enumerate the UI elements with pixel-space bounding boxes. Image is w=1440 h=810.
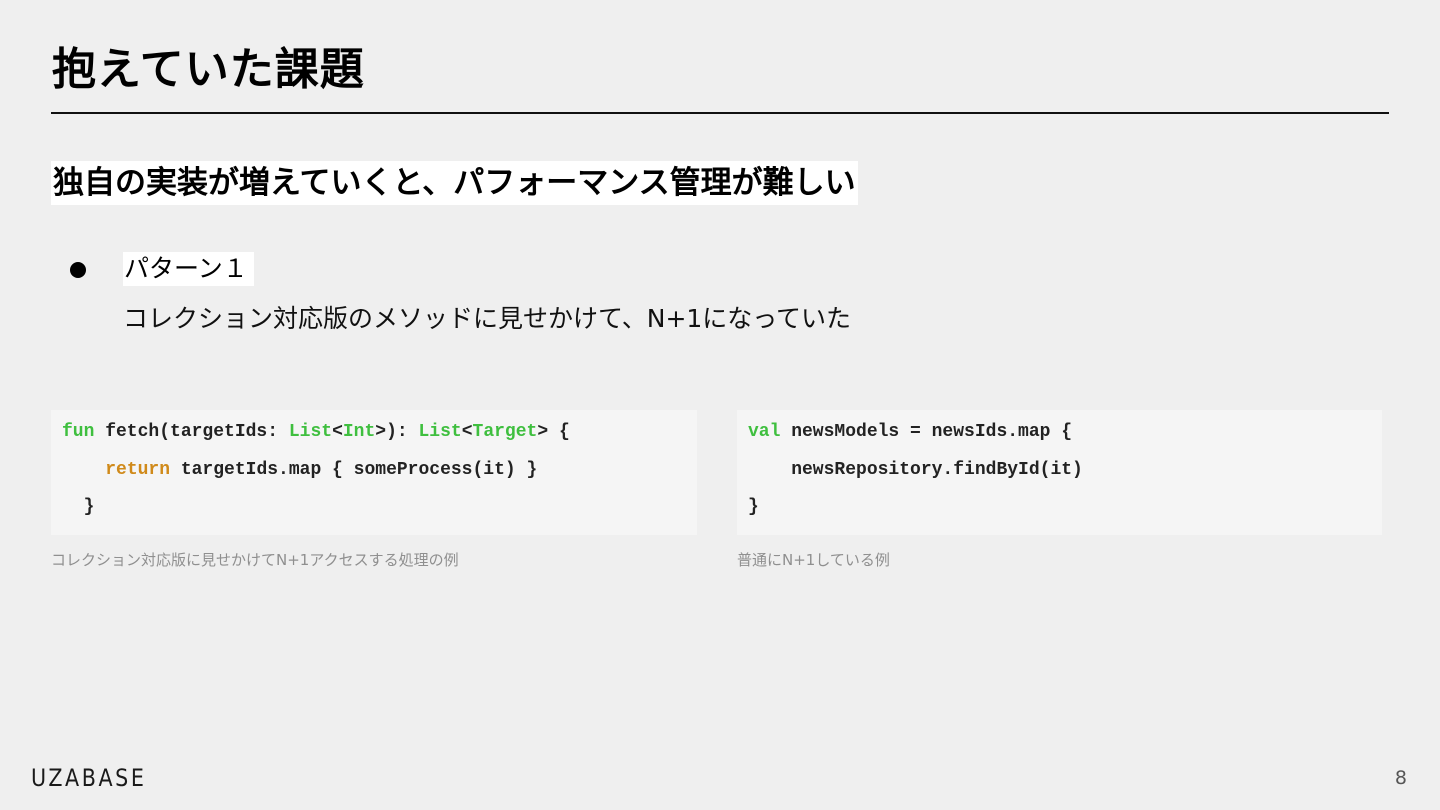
code-type: List <box>418 422 462 442</box>
code-line: newsRepository.findById(it) <box>748 460 1083 480</box>
code-block-left: fun fetch(targetIds: List<Int>): List<Ta… <box>51 410 697 535</box>
code-type: Target <box>472 422 538 442</box>
code-text: targetIds.map { someProcess(it) } <box>170 460 538 480</box>
code-type: List <box>288 422 333 442</box>
code-line: } <box>62 497 95 517</box>
code-text: newsModels = newsIds.map { <box>780 422 1073 442</box>
code-keyword: val <box>748 422 781 442</box>
slide-title: 抱えていた課題 <box>52 44 365 95</box>
code-text: < <box>461 422 473 442</box>
code-line: } <box>748 497 759 517</box>
code-text: >): <box>375 422 419 442</box>
code-keyword: fun <box>62 422 95 442</box>
code-keyword: return <box>105 460 171 480</box>
code-caption-left: コレクション対応版に見せかけてN+1アクセスする処理の例 <box>51 551 459 569</box>
company-logo: UZABASE <box>31 764 147 792</box>
code-text: < <box>332 422 343 442</box>
slide-subtitle: 独自の実装が増えていくと、パフォーマンス管理が難しい <box>51 161 858 205</box>
code-text: fetch(targetIds: <box>94 422 289 442</box>
code-line: fun fetch(targetIds: List<Int>): List<Ta… <box>62 420 570 444</box>
slide: 抱えていた課題 独自の実装が増えていくと、パフォーマンス管理が難しい パターン１… <box>0 0 1440 810</box>
page-number: 8 <box>1394 767 1407 789</box>
code-line: return targetIds.map { someProcess(it) } <box>62 458 537 482</box>
bullet-icon <box>70 262 86 278</box>
code-caption-right: 普通にN+1している例 <box>737 551 890 569</box>
bullet-label: パターン１ <box>123 252 254 286</box>
bullet-detail: コレクション対応版のメソッドに見せかけて、N+1になっていた <box>123 304 852 333</box>
code-block-right: val newsModels = newsIds.map { newsRepos… <box>737 410 1382 535</box>
code-line: val newsModels = newsIds.map { <box>748 420 1072 444</box>
title-divider <box>51 112 1389 114</box>
code-type: Int <box>342 422 376 442</box>
code-text: > { <box>537 422 570 442</box>
